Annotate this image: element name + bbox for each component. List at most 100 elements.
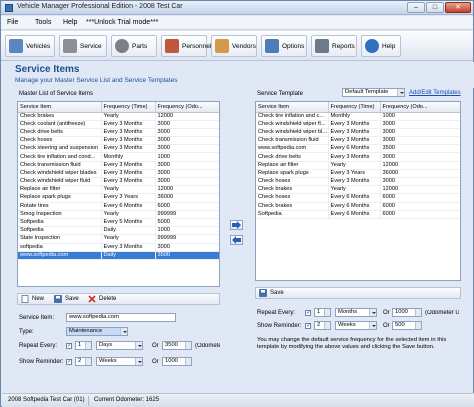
template-edit-toolbar: Save — [255, 287, 461, 299]
template-select[interactable]: Default Template — [342, 88, 405, 97]
menu-tools[interactable]: Tools — [35, 19, 51, 26]
table-cell: 3500 — [155, 251, 219, 260]
table-row[interactable]: Replace air filter Yearly 12000 — [18, 185, 219, 195]
table-row[interactable]: State Inspection Yearly 999999 — [18, 234, 219, 244]
table-row[interactable]: Check coolant (antifreeze) Every 3 Months… — [18, 120, 219, 129]
repeat-unit-select[interactable]: Days — [96, 341, 143, 350]
template-reminder-number-stepper[interactable]: 2 — [314, 321, 331, 330]
template-select-value: Default Template — [345, 89, 389, 95]
help-button[interactable]: Help — [361, 35, 401, 57]
page-title: Service Items — [15, 64, 80, 75]
table-row[interactable]: Softpedia Every 6 Months 6000 — [256, 210, 460, 219]
show-reminder-checkbox[interactable] — [66, 358, 72, 365]
table-row[interactable]: Check drive belts Every 3 Months 3000 — [256, 152, 460, 162]
vendors-button[interactable]: Vendors — [211, 35, 257, 57]
service-button[interactable]: Service — [59, 35, 107, 57]
template-repeat-odometer-stepper[interactable]: 1000 — [392, 308, 422, 317]
delete-button[interactable]: Delete — [88, 295, 122, 304]
table-row[interactable]: Check windshield wiper blades Every 3 Mon… — [18, 169, 219, 179]
table-row[interactable]: Softpedia Daily 1000 — [18, 226, 219, 236]
menu-unlock-trial[interactable]: ***Unlock Trial mode*** — [86, 19, 158, 26]
template-repeat-unit-select[interactable]: Months — [335, 308, 377, 317]
menu-file[interactable]: File — [7, 19, 18, 26]
table-row[interactable]: www.softpedia.com Daily 3500 — [18, 251, 219, 260]
column-header-frequency-time[interactable]: Frequency (Time) — [328, 102, 381, 113]
reminder-odometer-stepper[interactable]: 1000 — [162, 357, 192, 366]
table-row[interactable]: Check transmission fluid Every 3 Months 30… — [256, 136, 460, 146]
table-cell: Check brakes — [256, 202, 329, 211]
personnel-button[interactable]: Personnel — [161, 35, 211, 57]
template-grid[interactable]: Service Item Frequency (Time) Frequency … — [255, 101, 461, 281]
template-reminder-checkbox[interactable] — [305, 322, 311, 329]
table-cell: 3000 — [380, 177, 460, 187]
template-repeat-checkbox[interactable] — [305, 309, 311, 316]
table-row[interactable]: Check steering and suspension Every 3 Mon… — [18, 144, 219, 154]
table-row[interactable]: Check transmission fluid Every 3 Months 30… — [18, 161, 219, 170]
add-to-template-button[interactable] — [230, 220, 243, 230]
template-repeat-number-value: 1 — [317, 309, 321, 315]
reminder-unit-select[interactable]: Weeks — [96, 357, 143, 366]
template-reminder-unit-select[interactable]: Weeks — [335, 321, 377, 330]
table-cell: www.softpedia.com — [18, 251, 102, 260]
show-reminder-label: Show Reminder: — [19, 359, 64, 365]
template-reminder-odometer-stepper[interactable]: 500 — [392, 321, 422, 330]
table-row[interactable]: www.softpedia.com Every 6 Months 3500 — [256, 144, 460, 154]
remove-from-template-button[interactable] — [230, 235, 243, 245]
table-row[interactable]: Replace spark plugs Every 3 Years 36000 — [256, 169, 460, 179]
table-row[interactable]: Replace spark plugs Every 3 Years 36000 — [18, 193, 219, 203]
reminder-number-value: 2 — [78, 358, 82, 364]
close-button[interactable]: ✕ — [445, 2, 471, 13]
table-cell: Daily — [101, 251, 156, 260]
vehicles-button[interactable]: Vehicles — [5, 35, 55, 57]
template-help-note: You may change the default service frequ… — [257, 337, 447, 350]
table-row[interactable]: Rotate tires Every 6 Months 6000 — [18, 202, 219, 211]
repeat-every-checkbox[interactable] — [66, 342, 72, 349]
menu-help[interactable]: Help — [63, 19, 77, 26]
add-edit-templates-link[interactable]: Add/Edit Templates — [409, 90, 461, 96]
table-row[interactable]: Check brakes Yearly 12000 — [256, 185, 460, 195]
table-row[interactable]: Check windshield wiper fluid Every 3 Mont… — [18, 177, 219, 187]
reports-button[interactable]: Reports — [311, 35, 357, 57]
options-button[interactable]: Options — [261, 35, 307, 57]
template-repeat-number-stepper[interactable]: 1 — [314, 308, 331, 317]
table-row[interactable]: softpedia Every 3 Months 3000 — [18, 243, 219, 252]
service-item-input[interactable]: www.softpedia.com — [66, 313, 176, 322]
column-header-frequency-time[interactable]: Frequency (Time) — [101, 102, 156, 113]
template-save-button[interactable]: Save — [259, 289, 287, 298]
master-list-grid[interactable]: Service Item Frequency (Time) Frequency … — [17, 101, 220, 287]
table-row[interactable]: Check drive belts Every 3 Months 3000 — [18, 128, 219, 138]
type-select[interactable]: Maintenance — [66, 327, 128, 336]
column-header-frequency-odo[interactable]: Frequency (Odo... — [380, 102, 460, 113]
column-header-frequency-odo[interactable]: Frequency (Odo... — [155, 102, 219, 113]
reminder-number-stepper[interactable]: 2 — [75, 357, 92, 366]
minimize-button[interactable]: – — [407, 2, 425, 13]
table-row[interactable]: Check brakes Yearly 12000 — [18, 112, 219, 121]
column-header-service-item[interactable]: Service Item — [18, 102, 102, 113]
table-row[interactable]: Check hoses Every 3 Months 3000 — [18, 136, 219, 146]
type-select-value: Maintenance — [69, 328, 103, 334]
save-button[interactable]: Save — [54, 295, 82, 304]
table-row[interactable]: Check tire inflation and c... Monthly 1000 — [256, 112, 460, 121]
status-divider — [88, 396, 89, 406]
table-row[interactable]: Check windshield wiper bl... Every 3 Mont… — [256, 128, 460, 138]
table-cell: Check tire inflation and c... — [256, 112, 329, 121]
table-cell: Softpedia — [18, 218, 102, 228]
column-header-service-item[interactable]: Service Item — [256, 102, 329, 113]
maximize-button[interactable]: □ — [426, 2, 444, 13]
vehicles-label: Vehicles — [26, 43, 51, 50]
table-row[interactable]: Check windshield wiper fl... Every 3 Mont… — [256, 120, 460, 129]
table-row[interactable]: Replace air filter Yearly 12000 — [256, 161, 460, 170]
table-cell: 12000 — [380, 161, 460, 170]
new-button[interactable]: New — [21, 295, 47, 304]
table-row[interactable]: Check tire inflation and cond... Monthly 1… — [18, 152, 219, 162]
table-row[interactable]: Smog Inspection Yearly 999999 — [18, 210, 219, 219]
table-row[interactable]: Check hoses Every 6 Months 6000 — [256, 193, 460, 203]
status-odometer: Current Odometer: 1625 — [94, 397, 160, 403]
table-row[interactable]: Check hoses Every 3 Months 3000 — [256, 177, 460, 187]
repeat-number-stepper[interactable]: 1 — [75, 341, 92, 350]
parts-button[interactable]: Parts — [111, 35, 157, 57]
table-row[interactable]: Softpedia Every 5 Months 5000 — [18, 218, 219, 228]
table-row[interactable]: Check brakes Every 6 Months 6000 — [256, 202, 460, 211]
table-cell: 1000 — [155, 226, 219, 236]
repeat-odometer-stepper[interactable]: 3500 — [162, 341, 192, 350]
